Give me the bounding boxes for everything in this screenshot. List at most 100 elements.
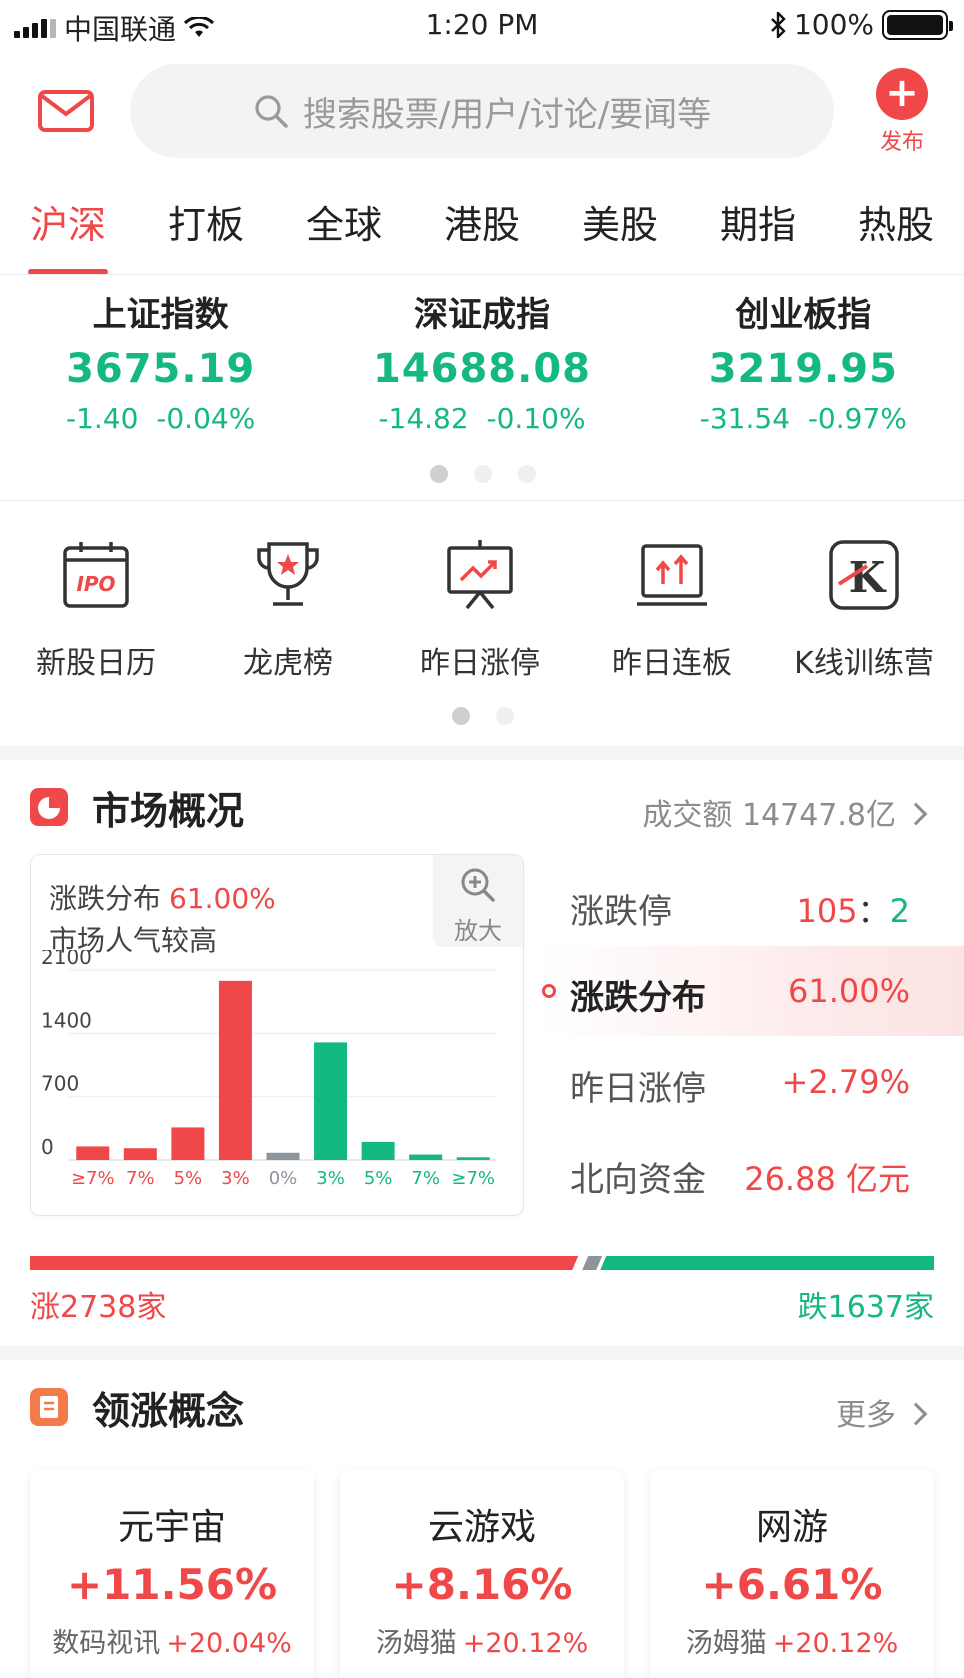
leader-stock: 汤姆猫 — [375, 1628, 457, 1659]
ipo-calendar-icon: IPO — [63, 542, 129, 608]
index-value: 3675.19 — [66, 346, 256, 392]
tool-yesterday-limit-up[interactable]: 昨日涨停 — [384, 538, 576, 682]
pie-chart-icon — [30, 788, 68, 826]
trophy-icon — [257, 542, 319, 606]
concept-name: 元宇宙 — [117, 1507, 226, 1548]
turnover-label: 成交额 — [642, 798, 733, 833]
flat-segment — [582, 1256, 603, 1270]
index-carousel: 上证指数 3675.19 -1.40 -0.04% 深证成指 14688.08 … — [0, 290, 964, 460]
section-title: 市场概况 — [92, 789, 245, 833]
tool-label: 昨日涨停 — [420, 646, 540, 681]
publish-label: 发布 — [879, 130, 924, 155]
limit-down-count: 2 — [889, 892, 910, 930]
tool-yesterday-consecutive[interactable]: 昨日连板 — [576, 538, 768, 682]
limit-up-count: 105 — [796, 892, 858, 930]
search-placeholder: 搜索股票/用户/讨论/要闻等 — [302, 94, 712, 135]
page-dot — [474, 465, 492, 483]
more-link[interactable]: 更多 — [836, 1390, 928, 1434]
stat-northbound[interactable]: 北向资金 26.88 亿元 — [540, 1128, 964, 1218]
stat-limit-up-down[interactable]: 涨跌停 105：2 — [540, 860, 964, 950]
tool-label: 昨日连板 — [612, 646, 732, 681]
index-card[interactable]: 创业板指 3219.95 -31.54 -0.97% — [643, 290, 964, 460]
status-bar: 中国联通 1:20 PM 100% — [0, 0, 964, 52]
stat-label: 北向资金 — [570, 1160, 706, 1200]
chart-title: 涨跌分布 — [49, 882, 162, 915]
tool-dragon-tiger[interactable]: 龙虎榜 — [192, 538, 384, 682]
tab-futures[interactable]: 期指 — [720, 190, 796, 275]
tool-label: K线训练营 — [794, 646, 934, 681]
concept-card[interactable]: 云游戏 +8.16% 汤姆猫 +20.12% — [340, 1470, 624, 1678]
turnover-value: 14747.8亿 — [741, 798, 896, 833]
search-input[interactable]: 搜索股票/用户/讨论/要闻等 — [130, 64, 834, 158]
plus-icon: + — [876, 68, 928, 120]
index-pct: -0.97% — [807, 402, 907, 435]
stat-value: 26.88 亿元 — [744, 1160, 910, 1198]
tab-hushen[interactable]: 沪深 — [27, 190, 109, 275]
index-name: 创业板指 — [735, 295, 872, 335]
section-separator — [0, 746, 964, 760]
bluetooth-icon — [771, 11, 786, 38]
bar — [218, 980, 252, 1160]
concept-card[interactable]: 网游 +6.61% 汤姆猫 +20.12% — [650, 1470, 934, 1678]
tool-ipo-calendar[interactable]: IPO 新股日历 — [0, 538, 192, 682]
tab-hot[interactable]: 热股 — [858, 190, 934, 275]
concept-card[interactable]: 元宇宙 +11.56% 数码视讯 +20.04% — [30, 1470, 314, 1678]
bar — [409, 1154, 443, 1160]
stat-label: 涨跌分布 — [570, 978, 706, 1018]
index-card[interactable]: 深证成指 14688.08 -14.82 -0.10% — [321, 290, 642, 460]
tab-us[interactable]: 美股 — [582, 190, 658, 275]
stat-label: 昨日涨停 — [570, 1069, 706, 1109]
leader-stock: 汤姆猫 — [685, 1628, 767, 1659]
y-tick-label: 2100 — [41, 950, 92, 969]
stat-yesterday-limit-up[interactable]: 昨日涨停 +2.79% — [540, 1037, 964, 1127]
more-label: 更多 — [836, 1398, 896, 1433]
top-header: 搜索股票/用户/讨论/要闻等 + 发布 — [0, 60, 964, 160]
turnover-link[interactable]: 成交额 14747.8亿 — [642, 790, 928, 834]
tool-kline-training[interactable]: K K线训练营 — [768, 538, 960, 682]
stat-value: +2.79% — [781, 1063, 910, 1101]
bar — [361, 1141, 395, 1160]
index-value: 14688.08 — [372, 346, 591, 392]
tool-label: 龙虎榜 — [243, 646, 333, 681]
x-tick-label: 7% — [411, 1168, 440, 1189]
index-change: -14.82 — [378, 402, 469, 435]
k-line-icon: K — [829, 540, 899, 610]
mail-icon[interactable] — [38, 90, 94, 132]
tab-global[interactable]: 全球 — [306, 190, 382, 275]
leader-pct: +20.04% — [166, 1628, 292, 1659]
tab-daban[interactable]: 打板 — [168, 190, 244, 275]
double-arrow-up-board-icon — [637, 544, 707, 606]
y-tick-label: 0 — [41, 1135, 54, 1159]
x-tick-label: 3% — [316, 1168, 345, 1189]
leading-concepts-header: 领涨概念 更多 — [0, 1376, 964, 1436]
index-value: 3219.95 — [708, 346, 898, 392]
ratio-separator: ： — [857, 892, 890, 930]
tool-label: 新股日历 — [36, 646, 156, 681]
index-change: -1.40 — [66, 402, 139, 435]
page-dot — [430, 465, 448, 483]
battery-percent: 100% — [793, 8, 874, 41]
stat-label: 涨跌停 — [570, 892, 672, 932]
bar — [314, 1042, 348, 1160]
concept-name: 云游戏 — [427, 1507, 536, 1548]
y-tick-label: 700 — [41, 1072, 79, 1096]
list-doc-icon — [30, 1388, 68, 1426]
x-tick-label: 3% — [221, 1168, 250, 1189]
svg-text:K: K — [849, 553, 887, 602]
x-tick-label: 5% — [364, 1168, 393, 1189]
stat-distribution[interactable]: 涨跌分布 61.00% — [540, 946, 964, 1036]
distribution-chart-card[interactable]: 涨跌分布 61.00% 市场人气较高 放大 2100 1400 700 0 ≥7% 7% 5%… — [30, 854, 524, 1216]
concept-pct: +6.61% — [701, 1560, 883, 1609]
index-card[interactable]: 上证指数 3675.19 -1.40 -0.04% — [0, 290, 321, 460]
zoom-button[interactable]: 放大 — [433, 855, 523, 947]
y-tick-label: 1400 — [41, 1008, 92, 1032]
zoom-in-icon — [461, 868, 495, 902]
divider — [0, 500, 964, 501]
divider — [0, 274, 964, 275]
bar — [456, 1157, 490, 1160]
page-dot — [496, 707, 514, 725]
tab-hk[interactable]: 港股 — [444, 190, 520, 275]
rise-fall-ratio-bar — [30, 1256, 934, 1270]
publish-button[interactable]: + 发布 — [870, 68, 934, 156]
concept-pct: +8.16% — [391, 1560, 573, 1609]
